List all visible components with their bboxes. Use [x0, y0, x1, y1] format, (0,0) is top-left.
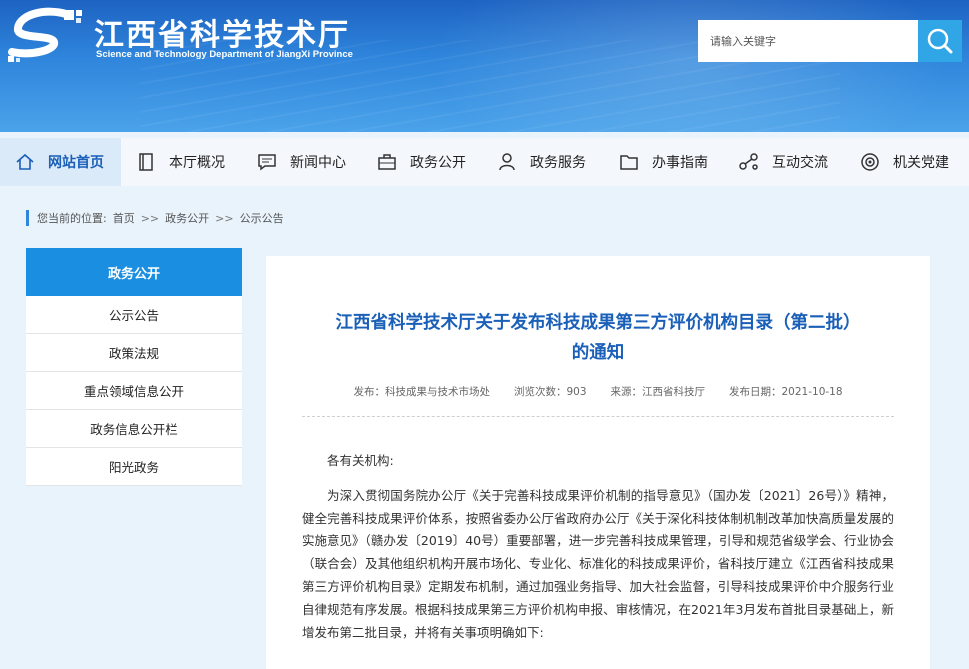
- sidebar-item-info-column[interactable]: 政务信息公开栏: [26, 410, 242, 448]
- breadcrumb-link-gov-affairs[interactable]: 政务公开: [165, 210, 209, 226]
- sidebar-item-policies[interactable]: 政策法规: [26, 334, 242, 372]
- breadcrumb-link-announcements[interactable]: 公示公告: [240, 210, 284, 226]
- nav-item-home[interactable]: 网站首页: [0, 138, 121, 186]
- sidebar-item-announcements[interactable]: 公示公告: [26, 296, 242, 334]
- nav-item-gov-service[interactable]: 政务服务: [482, 138, 604, 186]
- breadcrumb: 您当前的位置: 首页 >> 政务公开 >> 公示公告: [26, 210, 290, 226]
- sidebar-item-key-areas[interactable]: 重点领域信息公开: [26, 372, 242, 410]
- article-greeting: 各有关机构:: [327, 453, 394, 468]
- article-meta: 发布：科技成果与技术市场处 浏览次数：903 来源：江西省科技厅 发布日期：20…: [302, 384, 894, 399]
- share-icon: [738, 151, 760, 173]
- site-title: 江西省科学技术厅: [94, 18, 350, 53]
- article-views: 浏览次数：903: [513, 386, 587, 398]
- breadcrumb-prefix: 您当前的位置:: [37, 212, 107, 225]
- article-date: 发布日期：2021-10-18: [729, 386, 843, 398]
- home-icon: [14, 151, 36, 173]
- search-button[interactable]: [918, 20, 962, 62]
- nav-item-overview[interactable]: 本厅概况: [121, 138, 242, 186]
- article-source: 来源：江西省科技厅: [610, 386, 706, 398]
- user-icon: [496, 151, 518, 173]
- site-header: 江西省科学技术厅 Science and Technology Departme…: [0, 0, 969, 132]
- nav-label: 机关党建: [893, 155, 949, 171]
- briefcase-icon: [376, 151, 398, 173]
- emblem-icon: [859, 151, 881, 173]
- breadcrumb-separator: >>: [140, 211, 160, 225]
- article-body: 各有关机构: 为深入贯彻国务院办公厅《关于完善科技成果评价机制的指导意见》（国办…: [302, 450, 894, 656]
- nav-label: 网站首页: [48, 155, 104, 171]
- nav-label: 政务公开: [410, 155, 466, 171]
- nav-label: 互动交流: [772, 155, 828, 171]
- breadcrumb-separator: >>: [215, 211, 234, 225]
- nav-item-gov-affairs[interactable]: 政务公开: [362, 138, 482, 186]
- nav-label: 办事指南: [652, 155, 708, 171]
- search-box: [698, 20, 918, 62]
- chat-icon: [256, 151, 278, 173]
- department-logo[interactable]: [6, 6, 92, 66]
- sidebar-item-sunshine[interactable]: 阳光政务: [26, 448, 242, 486]
- nav-label: 新闻中心: [290, 155, 346, 171]
- nav-label: 政务服务: [530, 155, 586, 171]
- search-icon: [927, 28, 953, 54]
- article-title-line: 江西省科学技术厅关于发布科技成果第三方评价机构目录（第二批）: [335, 313, 861, 333]
- search-input[interactable]: [698, 20, 918, 62]
- meta-divider: [302, 416, 894, 417]
- article-title: 江西省科学技术厅关于发布科技成果第三方评价机构目录（第二批） 的通知: [302, 308, 894, 368]
- nav-label: 本厅概况: [169, 155, 225, 171]
- nav-item-interaction[interactable]: 互动交流: [724, 138, 845, 186]
- book-icon: [135, 151, 157, 173]
- site-subtitle: Science and Technology Department of Jia…: [96, 49, 353, 60]
- nav-item-news[interactable]: 新闻中心: [242, 138, 362, 186]
- breadcrumb-link-home[interactable]: 首页: [113, 210, 135, 226]
- nav-item-guide[interactable]: 办事指南: [604, 138, 724, 186]
- article-publisher: 发布：科技成果与技术市场处: [353, 386, 490, 398]
- sidebar-heading: 政务公开: [26, 248, 242, 296]
- folder-icon: [618, 151, 640, 173]
- nav-item-party[interactable]: 机关党建: [845, 138, 969, 186]
- main-nav: 网站首页 本厅概况 新闻中心 政务公开 政务服务 办事指南 互动交流 机关党建: [0, 138, 969, 186]
- article-title-line: 的通知: [571, 343, 625, 363]
- article-panel: 江西省科学技术厅关于发布科技成果第三方评价机构目录（第二批） 的通知 发布：科技…: [266, 256, 930, 669]
- article-paragraph: 为深入贯彻国务院办公厅《关于完善科技成果评价机制的指导意见》（国办发〔2021〕…: [302, 487, 894, 640]
- sidebar: 政务公开 公示公告 政策法规 重点领域信息公开 政务信息公开栏 阳光政务: [26, 248, 242, 486]
